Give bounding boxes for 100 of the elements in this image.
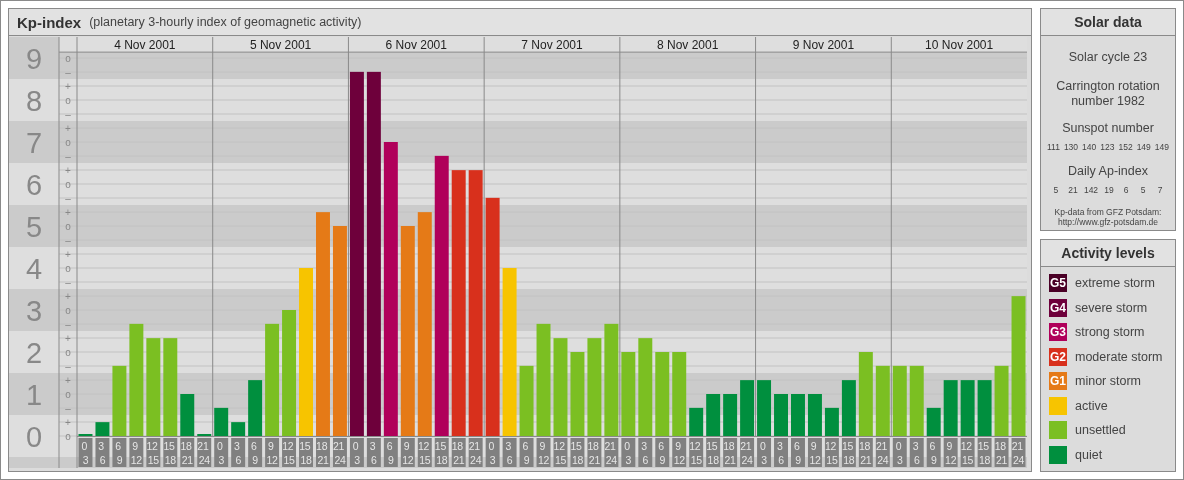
axis-label: 8 <box>25 85 43 117</box>
axis-label: 4 <box>25 253 43 285</box>
time-label: 9 12 <box>672 438 687 467</box>
time-label: 18 21 <box>451 438 466 467</box>
tick-mark-label: – <box>65 150 71 162</box>
time-label: 6 9 <box>112 438 127 467</box>
level-swatch: G3 <box>1049 323 1067 342</box>
time-label: 3 6 <box>638 438 653 467</box>
solar-cycle-text: Solar cycle 23 <box>1068 50 1148 65</box>
time-label: 3 6 <box>502 438 517 467</box>
date-label: 8 Nov 2001 <box>657 38 719 52</box>
ap-value: 5 <box>1139 185 1147 195</box>
time-label: 3 6 <box>909 438 924 467</box>
tick-mark-label: + <box>65 122 71 134</box>
time-label: 6 9 <box>248 438 263 467</box>
axis-label: 7 <box>25 127 43 159</box>
date-label: 9 Nov 2001 <box>792 38 855 52</box>
tick-mark-label: + <box>65 332 71 344</box>
time-label: 15 18 <box>977 438 992 467</box>
time-label: 6 9 <box>655 438 670 467</box>
time-label: 15 18 <box>163 438 178 467</box>
axis-label: 2 <box>25 337 43 369</box>
tick-mark-label: – <box>65 66 71 78</box>
tick-mark-label: + <box>65 290 71 302</box>
time-label: 15 18 <box>570 438 585 467</box>
sunspot-value: 149 <box>1136 142 1151 152</box>
tick-mark-label: – <box>65 192 71 204</box>
date-label: 7 Nov 2001 <box>521 38 583 52</box>
source-text: Kp-data from GFZ Potsdam: <box>1054 207 1162 217</box>
time-label: 9 12 <box>536 438 551 467</box>
level-label: moderate storm <box>1075 349 1163 364</box>
time-label: 0 3 <box>892 438 907 467</box>
chart-subtitle: (planetary 3-hourly index of geomagnetic activity) <box>89 15 362 29</box>
time-label: 21 24 <box>197 438 212 467</box>
panel-title: Solar data <box>1041 9 1175 36</box>
time-label: 0 3 <box>621 438 636 467</box>
level-label: active <box>1075 398 1108 413</box>
tick-mark-label: + <box>65 206 71 218</box>
tick-mark-label: o <box>65 430 71 442</box>
time-label: 0 3 <box>78 438 93 467</box>
date-label: 6 Nov 2001 <box>385 38 447 52</box>
tick-mark-label: o <box>65 304 71 316</box>
ap-value: 6 <box>1122 185 1130 195</box>
sunspot-heading: Sunspot number <box>1062 121 1154 136</box>
axis-label: 0 <box>25 421 43 453</box>
ap-value: 7 <box>1156 185 1164 195</box>
time-label: 18 21 <box>587 438 602 467</box>
time-label: 0 3 <box>757 438 772 467</box>
time-label: 21 24 <box>468 438 483 467</box>
time-label: 15 18 <box>841 438 856 467</box>
date-label: 10 Nov 2001 <box>925 38 994 52</box>
axis-label: 1 <box>25 379 43 411</box>
tick-mark-label: – <box>65 276 71 288</box>
time-label: 12 15 <box>553 438 568 467</box>
time-label: 3 6 <box>774 438 788 467</box>
time-label: 0 3 <box>214 438 229 467</box>
time-label: 3 6 <box>231 438 246 467</box>
tick-mark-label: + <box>65 416 71 428</box>
time-label: 12 15 <box>146 438 161 467</box>
time-label: 9 12 <box>265 438 280 467</box>
ap-value: 19 <box>1103 185 1115 195</box>
chart-title: Kp-index <box>17 13 82 31</box>
time-label: 15 18 <box>706 438 721 467</box>
tick-mark-label: o <box>65 178 71 190</box>
time-label: 18 21 <box>858 438 873 467</box>
tick-mark-label: – <box>65 402 71 414</box>
time-label: 9 12 <box>807 438 822 467</box>
ap-value: 21 <box>1067 185 1079 195</box>
level-label: quiet <box>1075 447 1103 462</box>
time-label: 12 15 <box>960 438 975 467</box>
level-swatch: G1 <box>1049 372 1067 391</box>
tick-mark-label: o <box>65 220 71 232</box>
level-label: severe storm <box>1075 300 1148 315</box>
ap-value: 142 <box>1083 185 1099 195</box>
tick-mark-label: o <box>65 346 71 358</box>
time-label: 3 6 <box>95 438 110 467</box>
tick-mark-label: o <box>65 388 71 400</box>
sunspot-value: 123 <box>1100 142 1115 152</box>
time-label: 18 21 <box>316 438 330 467</box>
tick-mark-label: – <box>65 234 71 246</box>
tick-mark-label: – <box>65 318 71 330</box>
date-label: 5 Nov 2001 <box>249 38 312 52</box>
tick-mark-label: + <box>65 374 71 386</box>
time-label: 12 15 <box>282 438 297 467</box>
level-swatch: G5 <box>1049 274 1067 293</box>
sunspot-value: 111 <box>1046 142 1060 152</box>
date-label: 4 Nov 2001 <box>114 38 176 52</box>
time-label: 0 3 <box>349 438 364 467</box>
level-label: strong storm <box>1075 325 1145 340</box>
time-label: 12 15 <box>689 438 704 467</box>
sunspot-value: 152 <box>1118 142 1133 152</box>
tick-mark-label: + <box>65 248 71 260</box>
time-label: 12 15 <box>824 438 839 467</box>
tick-mark-label: – <box>65 360 71 372</box>
axis-label: 5 <box>25 211 43 243</box>
ap-value: 5 <box>1052 185 1060 195</box>
tick-mark-label: o <box>65 52 71 64</box>
time-label: 18 21 <box>180 438 195 467</box>
sunspot-value: 130 <box>1063 142 1079 152</box>
ap-heading: Daily Ap-index <box>1068 164 1148 179</box>
